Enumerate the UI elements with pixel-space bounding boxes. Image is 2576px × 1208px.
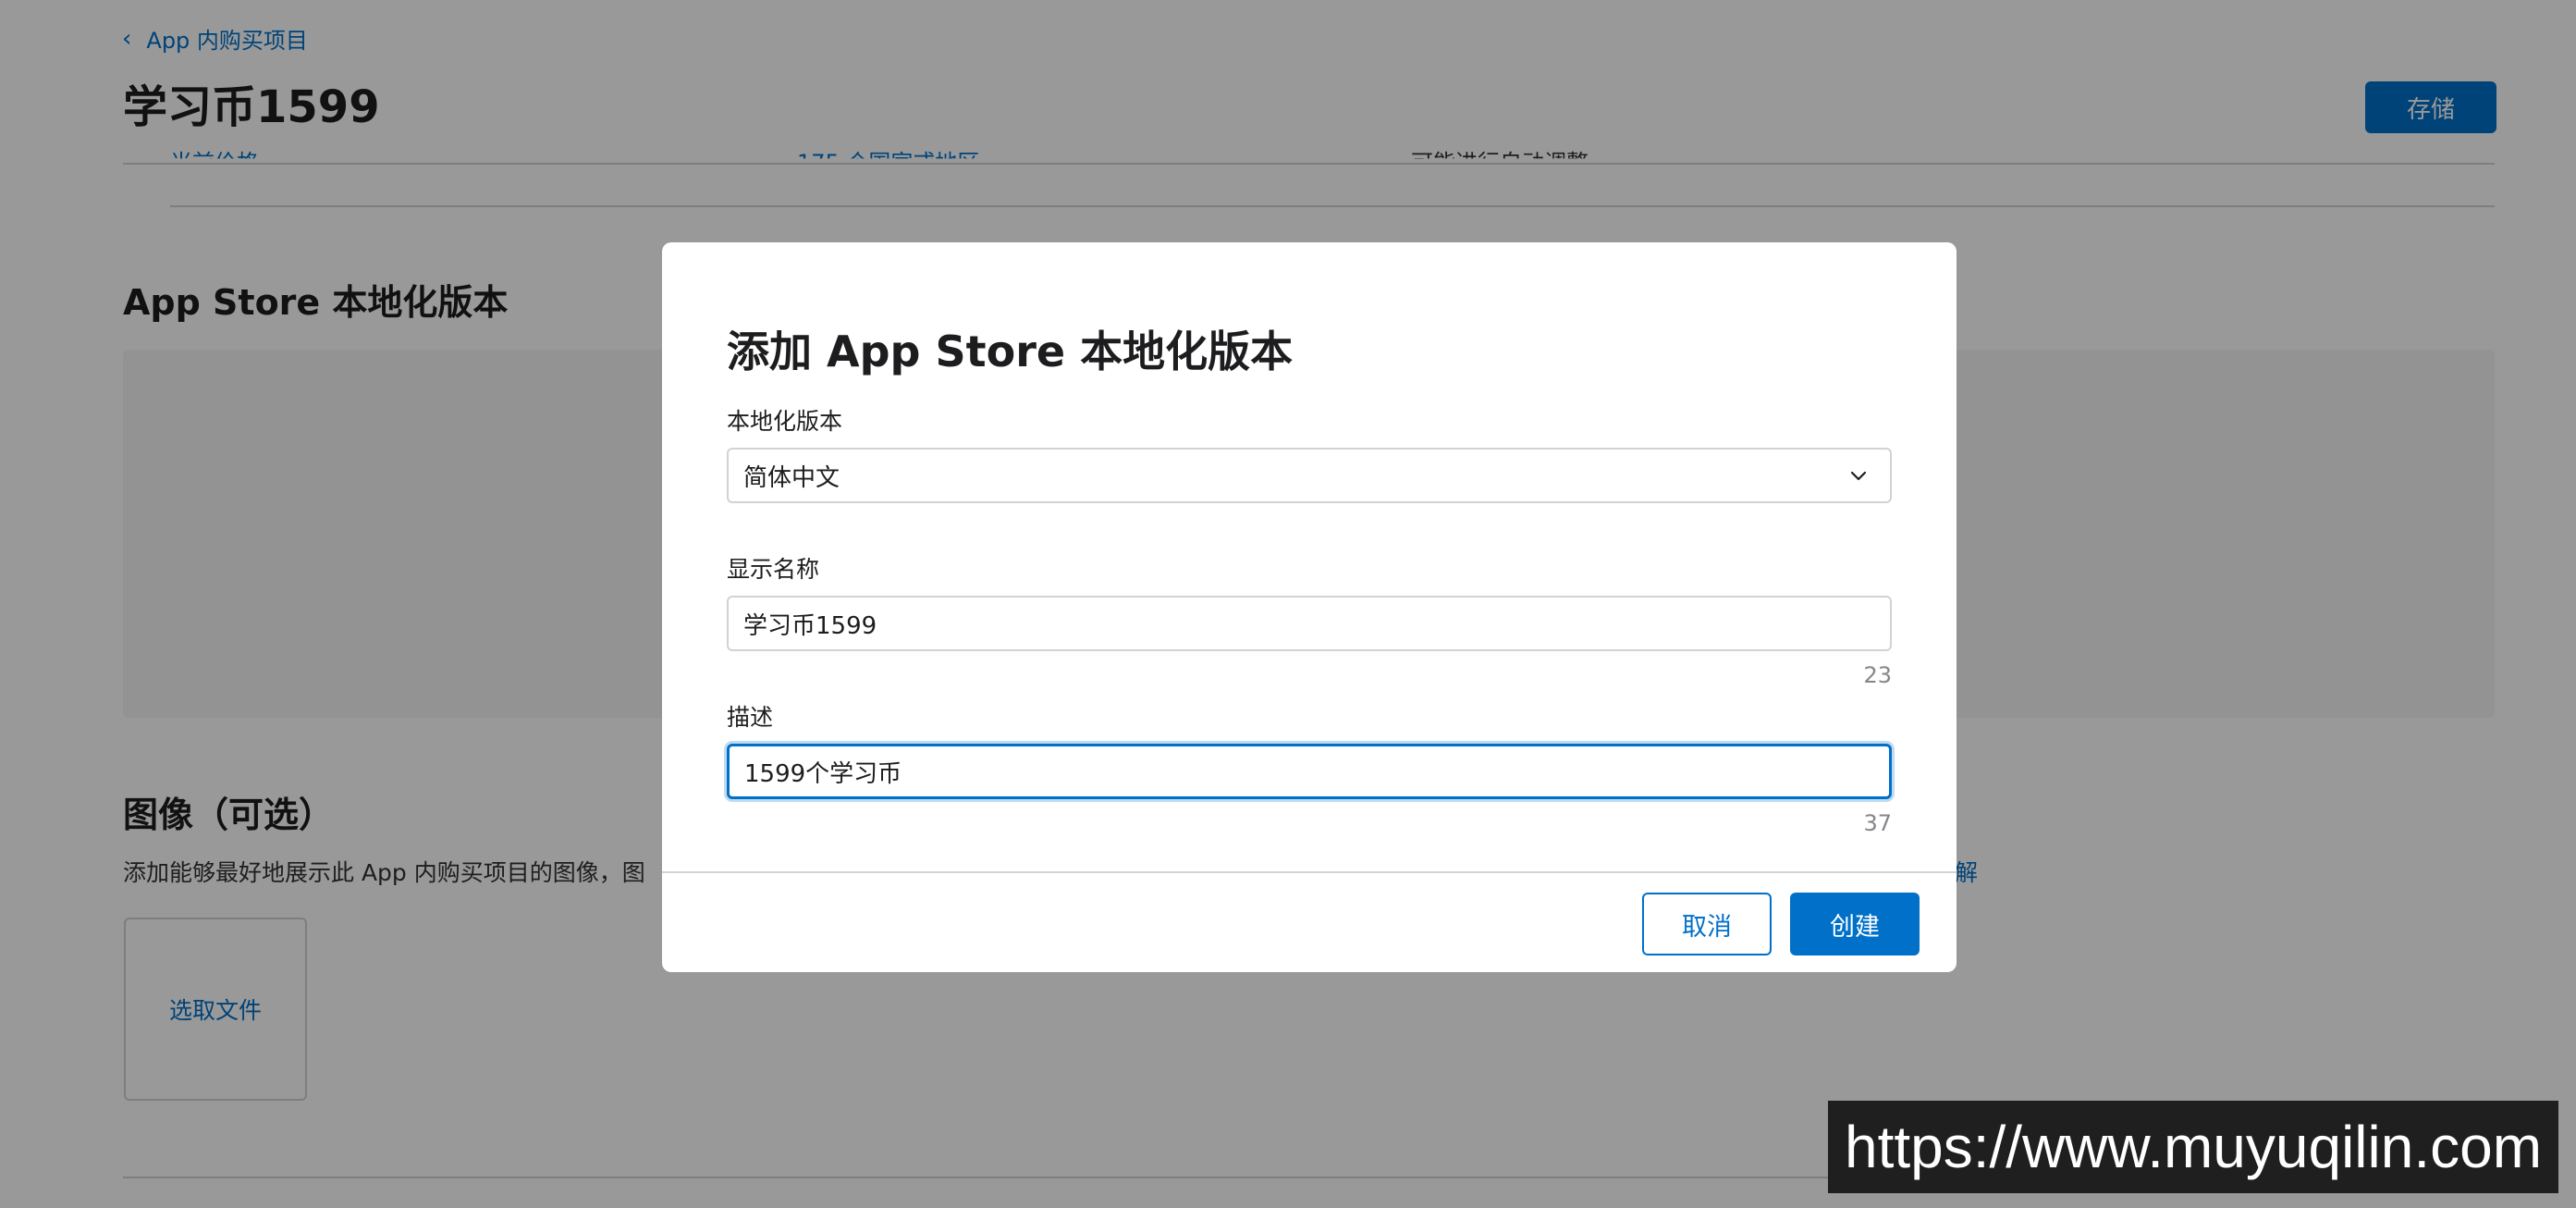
watermark: https://www.muyuqilin.com <box>1828 1101 2558 1193</box>
chevron-down-icon <box>1850 471 1867 481</box>
description-label: 描述 <box>727 704 774 731</box>
add-localization-dialog: 添加 App Store 本地化版本 本地化版本 简体中文 显示名称 23 描述… <box>662 242 1957 972</box>
description-field[interactable] <box>727 744 1892 799</box>
create-button[interactable]: 创建 <box>1790 893 1920 955</box>
display-name-label: 显示名称 <box>727 556 820 583</box>
display-name-field[interactable] <box>727 596 1892 651</box>
cancel-button[interactable]: 取消 <box>1642 893 1772 955</box>
description-counter: 37 <box>1863 810 1892 836</box>
dialog-title: 添加 App Store 本地化版本 <box>727 327 1294 376</box>
localization-label: 本地化版本 <box>727 408 843 435</box>
localization-select[interactable]: 简体中文 <box>727 448 1892 503</box>
localization-select-value: 简体中文 <box>743 463 840 492</box>
display-name-counter: 23 <box>1863 662 1892 688</box>
dialog-footer-divider <box>662 871 1957 873</box>
